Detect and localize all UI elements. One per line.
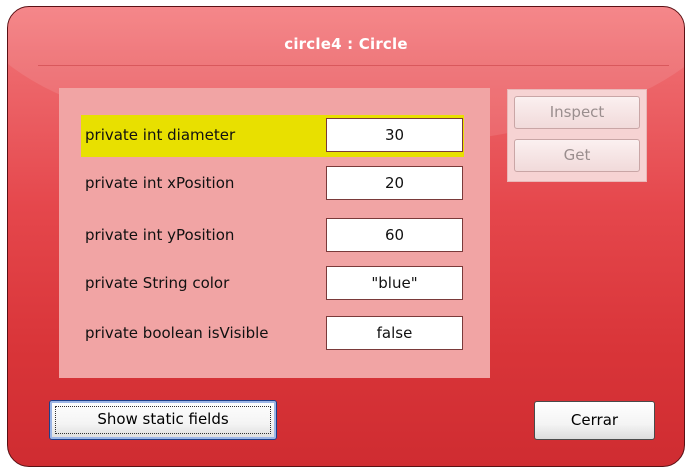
- field-label: private String color: [85, 274, 230, 292]
- get-button[interactable]: Get: [514, 139, 640, 172]
- field-row-yposition[interactable]: private int yPosition 60: [81, 215, 464, 257]
- field-label: private boolean isVisible: [85, 324, 269, 342]
- field-value: 60: [326, 218, 463, 252]
- field-row-isvisible[interactable]: private boolean isVisible false: [81, 313, 464, 355]
- object-inspector-window: circle4 : Circle private int diameter 30…: [7, 6, 685, 467]
- title-divider: [38, 65, 669, 66]
- show-static-fields-label: Show static fields: [97, 410, 229, 428]
- field-row-color[interactable]: private String color "blue": [81, 263, 464, 305]
- inspect-button[interactable]: Inspect: [514, 96, 640, 129]
- show-static-fields-button[interactable]: Show static fields: [49, 400, 277, 440]
- window-title: circle4 : Circle: [284, 35, 408, 53]
- field-row-xposition[interactable]: private int xPosition 20: [81, 163, 464, 205]
- field-value: "blue": [326, 266, 463, 300]
- fields-list: private int diameter 30 private int xPos…: [59, 88, 490, 378]
- field-value: 30: [326, 118, 463, 152]
- field-label: private int xPosition: [85, 174, 235, 192]
- field-label: private int diameter: [85, 126, 236, 144]
- field-row-diameter[interactable]: private int diameter 30: [81, 115, 464, 157]
- field-value: false: [326, 316, 463, 350]
- field-value: 20: [326, 166, 463, 200]
- field-label: private int yPosition: [85, 226, 235, 244]
- close-button[interactable]: Cerrar: [534, 401, 655, 440]
- inspect-actions: Inspect Get: [507, 89, 647, 182]
